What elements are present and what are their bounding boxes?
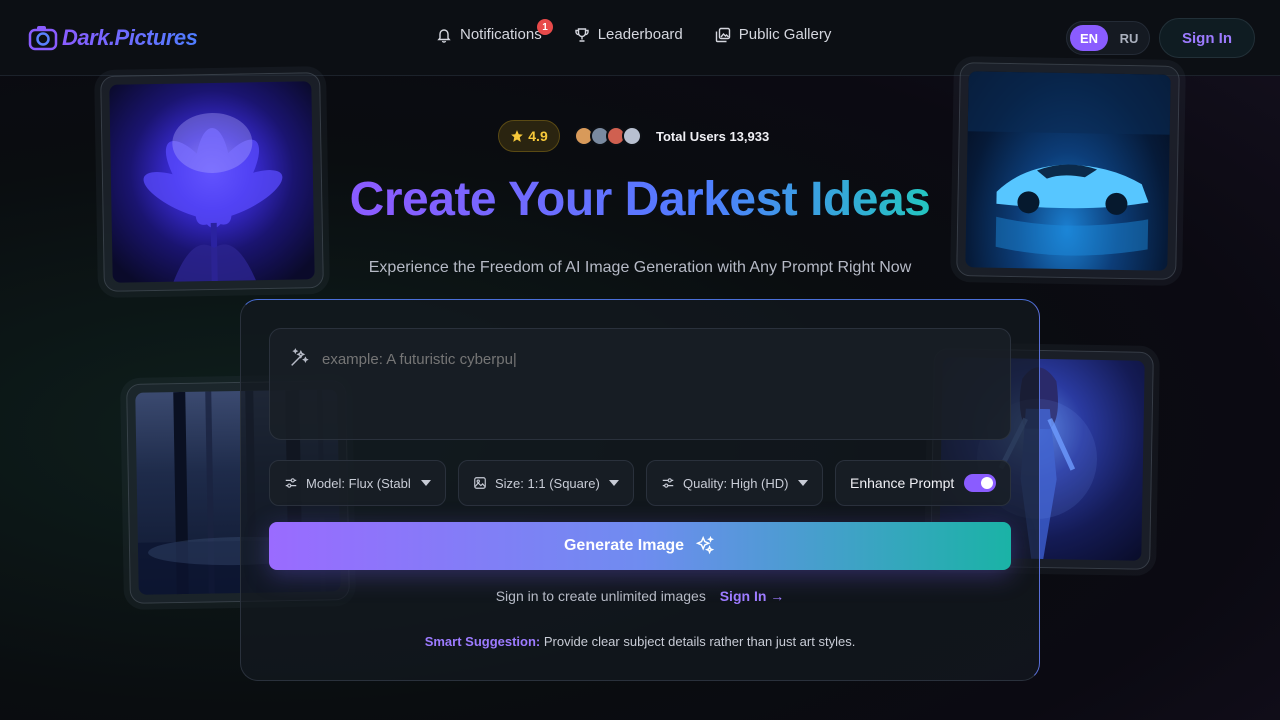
size-select[interactable]: Size: 1:1 (Square) — [458, 460, 634, 506]
main-nav: Notifications 1 Leaderboard Public Galle… — [436, 19, 832, 43]
total-users: Total Users 13,933 — [656, 128, 770, 144]
header-sign-in-button[interactable]: Sign In — [1159, 18, 1255, 58]
trophy-icon — [575, 27, 589, 42]
language-switcher: EN RU — [1066, 21, 1150, 55]
chevron-down-icon — [609, 480, 619, 486]
size-select-value: Size: 1:1 (Square) — [495, 475, 600, 491]
notification-badge: 1 — [537, 19, 553, 35]
smart-suggestion: Smart Suggestion: Provide clear subject … — [0, 634, 1280, 649]
prompt-box[interactable] — [269, 328, 1011, 440]
nav-public-gallery[interactable]: Public Gallery — [715, 26, 832, 43]
nav-leaderboard-label: Leaderboard — [597, 26, 683, 43]
nav-leaderboard[interactable]: Leaderboard — [574, 26, 683, 43]
avatar — [622, 126, 642, 146]
example-image-car — [956, 62, 1180, 280]
sparkles-icon — [695, 535, 715, 555]
nav-notifications-label: Notifications — [460, 26, 542, 43]
rating-badge: 4.9 — [498, 120, 560, 152]
generate-image-button[interactable]: Generate Image — [269, 522, 1011, 570]
chevron-down-icon — [421, 480, 431, 486]
signin-link[interactable]: Sign In → — [720, 588, 785, 604]
gallery-icon — [715, 27, 730, 42]
sliders-icon — [285, 478, 297, 488]
signin-prompt-text: Sign in to create unlimited images — [495, 588, 706, 604]
chevron-down-icon — [798, 480, 808, 486]
enhance-prompt-option: Enhance Prompt — [835, 460, 1011, 506]
enhance-prompt-toggle[interactable] — [964, 474, 996, 492]
rating-value: 4.9 — [528, 128, 548, 144]
generate-image-label: Generate Image — [563, 537, 685, 554]
magic-wand-icon — [291, 348, 309, 366]
enhance-prompt-label: Enhance Prompt — [850, 475, 955, 491]
page-title: Create Your Darkest Ideas — [0, 172, 1280, 227]
model-select[interactable]: Model: Flux (Stabl — [269, 460, 446, 506]
nav-notifications[interactable]: Notifications 1 — [436, 19, 553, 43]
car-image — [967, 71, 1171, 256]
model-select-value: Model: Flux (Stabl — [306, 475, 411, 491]
quality-select[interactable]: Quality: High (HD) — [646, 460, 823, 506]
logo-text: Dark.Pictures — [62, 25, 198, 50]
signin-prompt: Sign in to create unlimited images Sign … — [0, 588, 1280, 604]
arrow-right-icon: → — [770, 588, 785, 604]
logo[interactable]: Dark.Pictures — [28, 22, 198, 54]
nav-public-gallery-label: Public Gallery — [738, 26, 832, 43]
camera-logo-icon — [28, 26, 58, 51]
star-icon — [511, 130, 524, 142]
prompt-input[interactable] — [322, 347, 982, 371]
hero-stats: 4.9 Total Users 13,933 — [498, 120, 769, 152]
lang-en-button[interactable]: EN — [1070, 25, 1108, 51]
user-avatars — [574, 126, 642, 146]
sliders-icon — [662, 478, 674, 488]
smart-suggestion-label: Smart Suggestion: — [424, 634, 541, 649]
page-subtitle: Experience the Freedom of AI Image Gener… — [368, 259, 912, 276]
smart-suggestion-text: Provide clear subject details rather tha… — [540, 634, 856, 649]
bell-icon — [437, 28, 451, 43]
lang-ru-button[interactable]: RU — [1114, 25, 1144, 51]
signin-link-label: Sign In — [719, 588, 767, 604]
quality-select-value: Quality: High (HD) — [683, 475, 789, 491]
image-icon — [474, 477, 486, 489]
